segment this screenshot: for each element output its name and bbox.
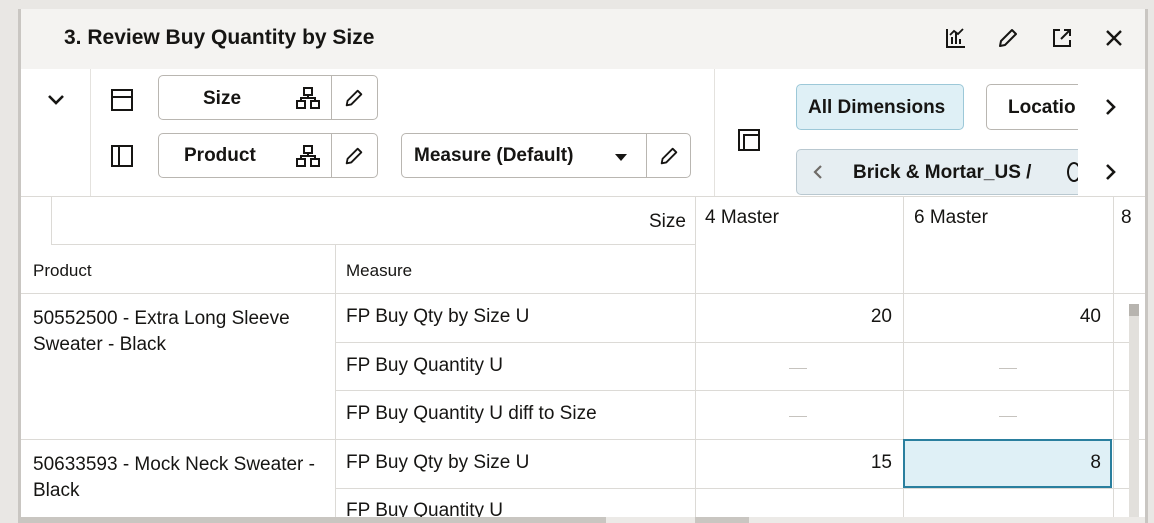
horizontal-scrollbar-thumb[interactable] (21, 517, 606, 523)
product-row-header: Product (33, 261, 92, 280)
panel-header: 3. Review Buy Quantity by Size (21, 9, 1145, 69)
edit-icon[interactable] (654, 143, 684, 169)
measure-label: FP Buy Quantity U diff to Size (346, 403, 597, 424)
collapse-chevron-icon[interactable] (41, 85, 71, 115)
product-name[interactable]: 50552500 - Extra Long Sleeve Sweater - B… (33, 306, 328, 358)
measure-label: FP Buy Qty by Size U (346, 452, 530, 473)
edit-icon[interactable] (994, 24, 1022, 52)
location-filter[interactable]: Brick & Mortar_US / (796, 149, 1078, 195)
measure-select[interactable]: Measure (Default) (401, 133, 691, 178)
panel-title: 3. Review Buy Quantity by Size (64, 26, 375, 49)
measure-row-header: Measure (346, 261, 413, 280)
empty-value-dash[interactable] (789, 416, 807, 417)
product-tile-label: Product (184, 145, 256, 166)
product-name[interactable]: 50633593 - Mock Neck Sweater - Black (33, 452, 328, 504)
vertical-scrollbar[interactable] (1129, 304, 1139, 523)
all-dimensions-label: All Dimensions (808, 97, 946, 118)
empty-value-dash[interactable] (999, 416, 1017, 417)
more-indicator-icon (1067, 162, 1078, 182)
scroll-right-icon[interactable] (1098, 158, 1124, 186)
size-tile-label: Size (203, 88, 242, 109)
empty-value-dash[interactable] (789, 368, 807, 369)
location-button[interactable]: Locatio (986, 84, 1078, 130)
column-header-8[interactable]: 8 (1121, 207, 1137, 229)
hierarchy-icon[interactable] (293, 85, 323, 111)
pivot-layout-icon[interactable] (734, 125, 764, 155)
column-header-4-master[interactable]: 4 Master (705, 207, 779, 229)
all-dimensions-button[interactable]: All Dimensions (796, 84, 964, 130)
location-label: Locatio (1008, 97, 1076, 118)
pivot-layout-bar: Size Product Measure (Default) All Dimen… (21, 69, 1145, 196)
caret-down-icon[interactable] (610, 146, 632, 168)
data-grid: Size 4 Master 6 Master 8 Product Measure… (21, 196, 1145, 523)
chevron-left-icon[interactable] (807, 160, 829, 184)
value-cell[interactable]: 8 (921, 452, 1101, 474)
value-cell[interactable]: 15 (711, 452, 892, 474)
review-buy-quantity-panel: 3. Review Buy Quantity by Size Size Prod… (21, 9, 1145, 523)
vertical-scrollbar-thumb[interactable] (1129, 304, 1139, 316)
value-cell[interactable]: 40 (921, 306, 1101, 328)
measure-select-value: Measure (Default) (414, 145, 574, 166)
hierarchy-icon[interactable] (293, 143, 323, 169)
location-filter-value: Brick & Mortar_US / (853, 162, 1032, 183)
empty-value-dash[interactable] (999, 368, 1017, 369)
column-layout-icon (107, 85, 137, 115)
measure-label: FP Buy Quantity U (346, 355, 503, 376)
value-cell[interactable]: 20 (711, 306, 892, 328)
chart-icon[interactable] (942, 24, 970, 52)
size-axis-label: Size (649, 211, 686, 232)
horizontal-scrollbar[interactable] (21, 517, 1145, 523)
measure-label: FP Buy Qty by Size U (346, 306, 530, 327)
row-layout-icon (107, 141, 137, 171)
scroll-right-icon[interactable] (1098, 93, 1124, 121)
close-icon[interactable] (1100, 24, 1128, 52)
product-tile[interactable]: Product (158, 133, 378, 178)
edit-icon[interactable] (339, 85, 369, 111)
expand-icon[interactable] (1048, 24, 1076, 52)
horizontal-scrollbar-thumb[interactable] (695, 517, 749, 523)
column-header-6-master[interactable]: 6 Master (914, 207, 988, 229)
edit-icon[interactable] (339, 143, 369, 169)
size-tile[interactable]: Size (158, 75, 378, 120)
